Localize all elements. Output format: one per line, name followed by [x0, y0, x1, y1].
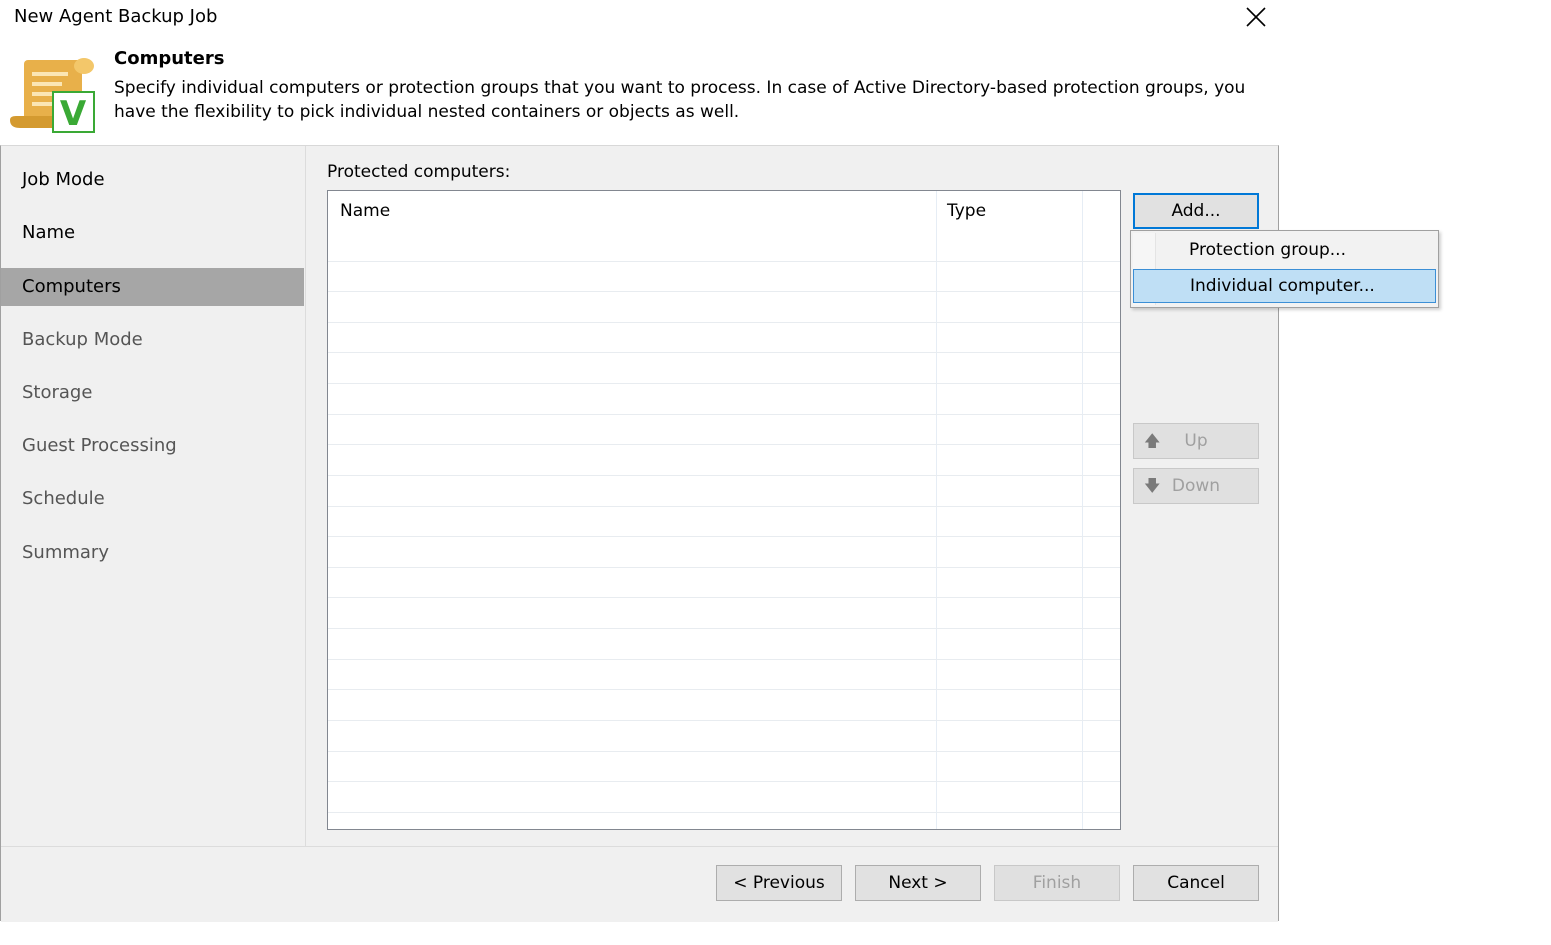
- row-line: [328, 506, 1120, 507]
- row-line: [328, 444, 1120, 445]
- row-line: [328, 414, 1120, 415]
- agent-backup-job-icon: V: [10, 58, 95, 134]
- row-line: [328, 536, 1120, 537]
- add-button[interactable]: Add...: [1133, 193, 1259, 229]
- nav-item-schedule[interactable]: Schedule: [1, 480, 304, 518]
- row-line: [328, 751, 1120, 752]
- previous-button[interactable]: < Previous: [716, 865, 842, 901]
- close-button[interactable]: [1238, 0, 1272, 34]
- down-button-label: Down: [1171, 476, 1221, 496]
- arrow-up-icon: 🡅: [1144, 431, 1161, 450]
- column-divider: [1082, 191, 1083, 829]
- next-button[interactable]: Next >: [855, 865, 981, 901]
- wizard-header: V Computers Specify individual computers…: [0, 36, 1280, 145]
- nav-item-storage[interactable]: Storage: [1, 374, 304, 412]
- row-line: [328, 352, 1120, 353]
- row-line: [328, 322, 1120, 323]
- finish-button[interactable]: Finish: [994, 865, 1120, 901]
- row-line: [328, 567, 1120, 568]
- add-dropdown-menu: Protection group... Individual computer.…: [1130, 230, 1439, 308]
- title-bar: New Agent Backup Job: [0, 0, 1280, 36]
- nav-item-backup-mode[interactable]: Backup Mode: [1, 321, 304, 359]
- cancel-button[interactable]: Cancel: [1133, 865, 1259, 901]
- row-line: [328, 291, 1120, 292]
- row-line: [328, 812, 1120, 813]
- menu-item-individual-computer[interactable]: Individual computer...: [1133, 269, 1436, 303]
- row-line: [328, 689, 1120, 690]
- wizard-body: Job Mode Name Computers Backup Mode Stor…: [0, 145, 1279, 922]
- up-button-label: Up: [1184, 431, 1208, 451]
- column-header-type[interactable]: Type: [947, 201, 986, 221]
- step-title: Computers: [114, 48, 225, 69]
- row-line: [328, 383, 1120, 384]
- protected-computers-list[interactable]: Name Type: [327, 190, 1121, 830]
- close-icon: [1246, 7, 1266, 27]
- nav-item-computers[interactable]: Computers: [1, 268, 304, 306]
- new-agent-backup-job-dialog: New Agent Backup Job V Computers Specify…: [0, 0, 1280, 922]
- row-line: [328, 781, 1120, 782]
- list-header: Name Type: [328, 191, 1120, 231]
- row-line: [328, 720, 1120, 721]
- down-button[interactable]: 🡇 Down: [1133, 468, 1259, 504]
- row-line: [328, 597, 1120, 598]
- step-description: Specify individual computers or protecti…: [114, 78, 1246, 122]
- arrow-down-icon: 🡇: [1144, 476, 1161, 495]
- nav-item-guest-processing[interactable]: Guest Processing: [1, 427, 304, 465]
- window-title: New Agent Backup Job: [14, 6, 218, 27]
- nav-item-job-mode[interactable]: Job Mode: [1, 161, 304, 199]
- column-header-name[interactable]: Name: [340, 201, 390, 221]
- row-line: [328, 659, 1120, 660]
- protected-computers-label: Protected computers:: [327, 162, 511, 182]
- nav-item-summary[interactable]: Summary: [1, 534, 304, 572]
- column-divider: [936, 191, 937, 829]
- wizard-step-nav: Job Mode Name Computers Backup Mode Stor…: [1, 146, 306, 846]
- row-line: [328, 628, 1120, 629]
- svg-text:V: V: [60, 94, 87, 134]
- nav-item-name[interactable]: Name: [1, 214, 304, 252]
- row-line: [328, 475, 1120, 476]
- wizard-footer: < Previous Next > Finish Cancel: [1, 846, 1278, 922]
- menu-item-protection-group[interactable]: Protection group...: [1133, 234, 1436, 268]
- up-button[interactable]: 🡅 Up: [1133, 423, 1259, 459]
- row-line: [328, 261, 1120, 262]
